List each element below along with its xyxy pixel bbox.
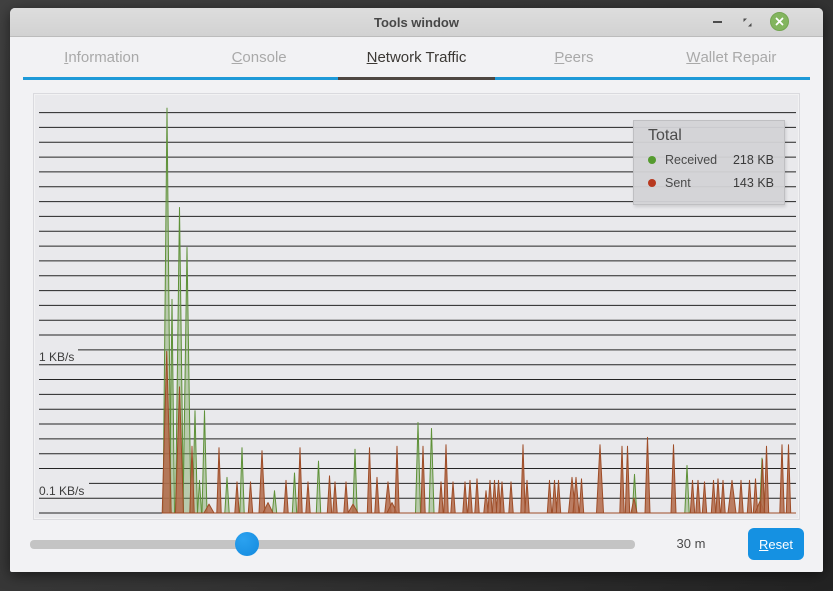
slider-thumb[interactable] xyxy=(235,532,259,556)
reset-button[interactable]: Reset xyxy=(748,528,804,560)
sent-dot-icon xyxy=(648,179,656,187)
legend-row-received: Received 218 KB xyxy=(648,153,774,167)
time-slider[interactable] xyxy=(30,527,635,561)
tab-information[interactable]: Information xyxy=(23,37,180,80)
tools-window: Tools window InformationConsoleNetwork T… xyxy=(10,8,823,572)
legend-row-sent: Sent 143 KB xyxy=(648,176,774,190)
received-dot-icon xyxy=(648,156,656,164)
traffic-legend: Total Received 218 KB Sent 143 KB xyxy=(633,120,785,205)
restore-button[interactable] xyxy=(737,12,757,32)
tab-peers[interactable]: Peers xyxy=(495,37,652,80)
y-axis-label-01kbs: 0.1 KB/s xyxy=(39,484,84,498)
window-titlebar[interactable]: Tools window xyxy=(10,8,823,37)
restore-icon xyxy=(742,17,753,28)
close-button[interactable] xyxy=(770,12,789,31)
legend-title: Total xyxy=(648,127,774,145)
legend-sent-label: Sent xyxy=(665,176,691,190)
tab-bar: InformationConsoleNetwork TrafficPeersWa… xyxy=(23,37,810,80)
minimize-button[interactable] xyxy=(707,12,727,32)
slider-track[interactable] xyxy=(30,540,635,549)
slider-duration-label: 30 m xyxy=(658,536,724,551)
tab-console[interactable]: Console xyxy=(180,37,337,80)
y-axis-label-1kbs: 1 KB/s xyxy=(39,350,74,364)
window-title: Tools window xyxy=(10,15,823,30)
network-traffic-chart: 1 KB/s 0.1 KB/s Total Received 218 KB Se… xyxy=(33,93,800,520)
legend-sent-value: 143 KB xyxy=(733,176,774,190)
legend-received-value: 218 KB xyxy=(733,153,774,167)
tab-network-traffic[interactable]: Network Traffic xyxy=(338,37,495,80)
close-icon xyxy=(775,17,784,26)
footer-bar: 30 m Reset xyxy=(10,527,823,561)
minimize-icon xyxy=(713,21,722,23)
tab-wallet-repair[interactable]: Wallet Repair xyxy=(653,37,810,80)
legend-received-label: Received xyxy=(665,153,717,167)
